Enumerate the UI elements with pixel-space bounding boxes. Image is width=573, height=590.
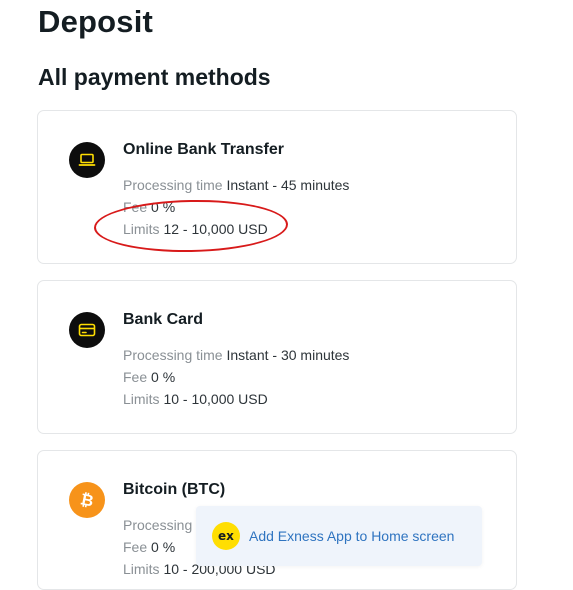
limits-label: Limits (123, 561, 160, 577)
exness-logo-icon: ex (212, 522, 240, 550)
limits-label: Limits (123, 221, 160, 237)
bank-card-icon (69, 312, 105, 348)
payment-method-bank-card[interactable]: Bank Card Processing time Instant - 30 m… (37, 280, 517, 434)
fee-label: Fee (123, 199, 148, 215)
processing-time-value: Instant - 45 minutes (226, 177, 350, 193)
processing-time-value: Instant - 30 minutes (226, 347, 350, 363)
add-to-home-screen-banner[interactable]: ex Add Exness App to Home screen (196, 506, 482, 566)
limits-row: Limits 10 - 10,000 USD (123, 390, 268, 408)
fee-value: 0 % (151, 369, 176, 385)
processing-time-row: Processing time Instant - 45 minutes (123, 176, 349, 194)
method-name: Bank Card (123, 311, 204, 328)
add-to-home-screen-link[interactable]: Add Exness App to Home screen (249, 528, 454, 544)
limits-value: 12 - 10,000 USD (163, 221, 268, 237)
fee-row: Fee 0 % (123, 368, 175, 386)
svg-text:₿: ₿ (79, 490, 96, 510)
payment-method-online-bank-transfer[interactable]: Online Bank Transfer Processing time Ins… (37, 110, 517, 264)
fee-label: Fee (123, 369, 148, 385)
bitcoin-icon: ₿ (69, 482, 105, 518)
fee-value: 0 % (151, 539, 176, 555)
processing-time-label: Processing time (123, 347, 223, 363)
fee-row: Fee 0 % (123, 538, 175, 556)
page-title: Deposit (38, 4, 154, 39)
limits-row: Limits 12 - 10,000 USD (123, 220, 268, 238)
laptop-icon (69, 142, 105, 178)
method-name: Online Bank Transfer (123, 141, 284, 158)
processing-time-row: Processing time Instant - 30 minutes (123, 346, 349, 364)
fee-label: Fee (123, 539, 148, 555)
fee-row: Fee 0 % (123, 198, 175, 216)
limits-value: 10 - 10,000 USD (163, 391, 268, 407)
section-title: All payment methods (38, 64, 271, 90)
processing-time-row: Processing (123, 516, 192, 534)
method-name: Bitcoin (BTC) (123, 481, 226, 498)
processing-time-label: Processing (123, 517, 193, 533)
processing-time-label: Processing time (123, 177, 223, 193)
fee-value: 0 % (151, 199, 176, 215)
limits-label: Limits (123, 391, 160, 407)
